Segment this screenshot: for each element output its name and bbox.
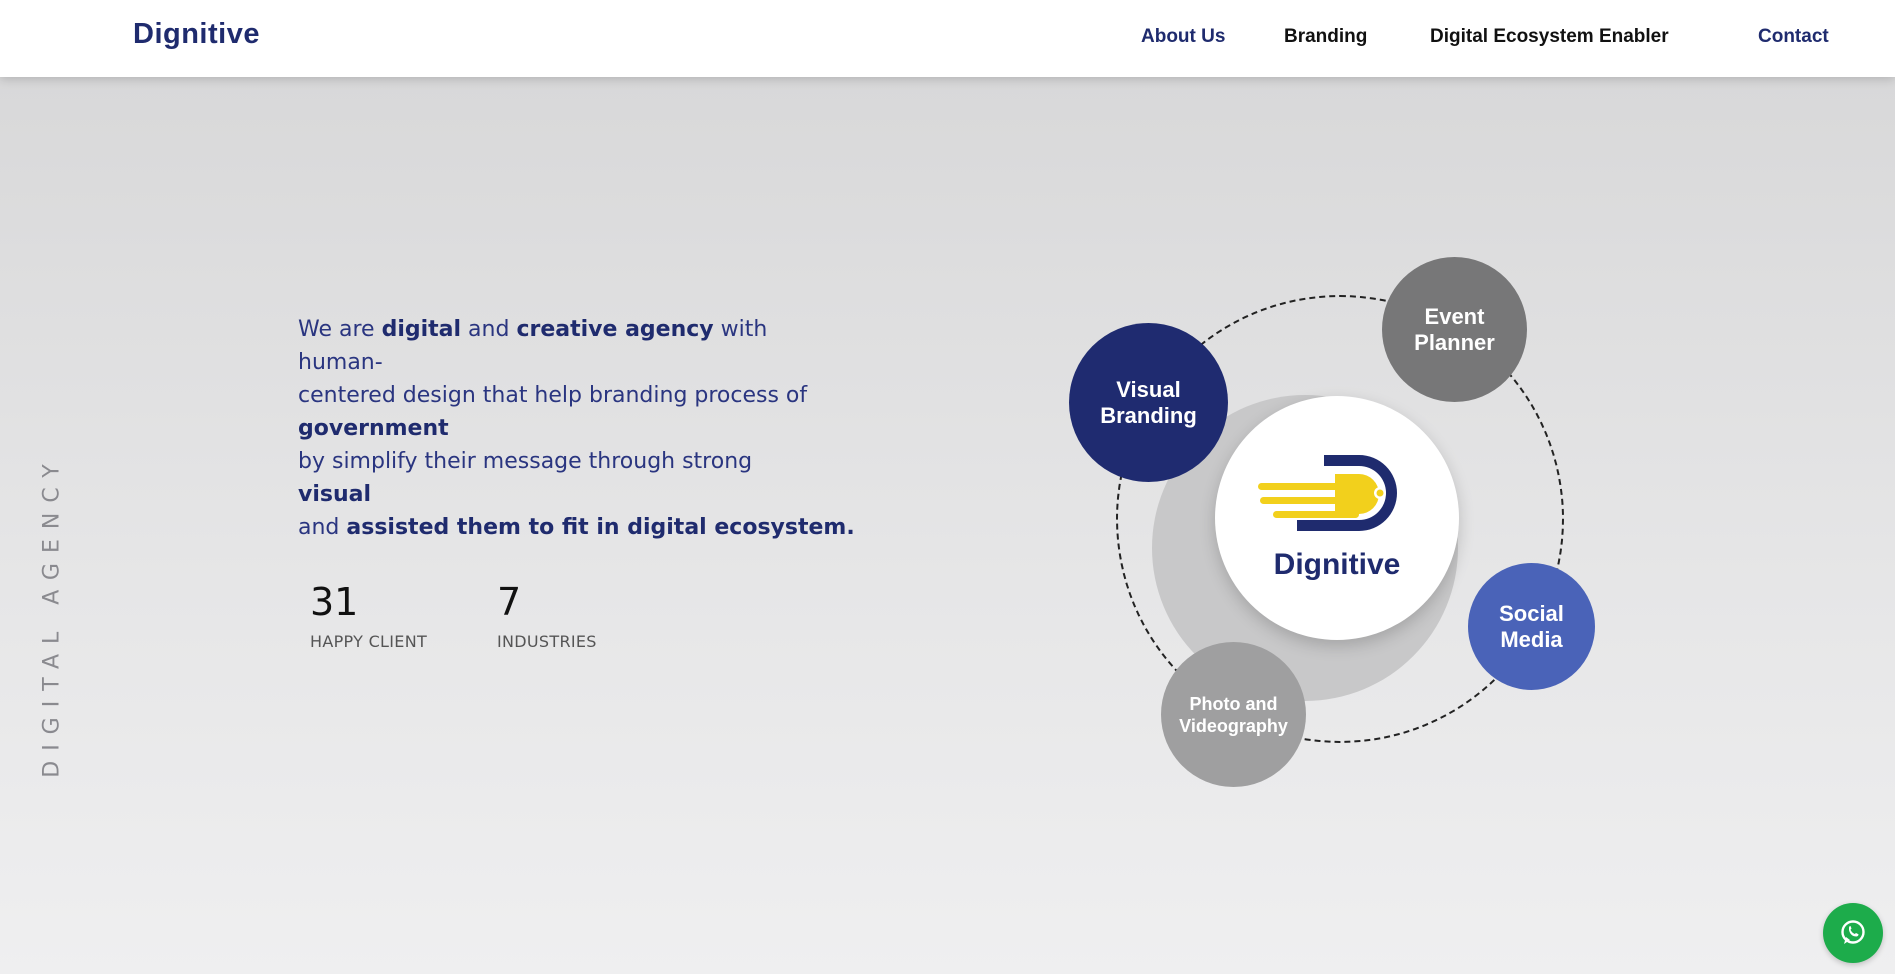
intro-line-5: visual	[298, 478, 858, 511]
intro-paragraph: We are digital and creative agency with …	[298, 313, 858, 544]
nav-about-us[interactable]: About Us	[1141, 26, 1225, 48]
service-label-line2: Branding	[1100, 402, 1197, 428]
service-label-line1: Photo and	[1189, 693, 1278, 714]
brand-logo-text[interactable]: Dignitive	[133, 18, 260, 51]
stat-industries: 7 INDUSTRIES	[497, 580, 597, 651]
stat-happy-client: 31 HAPPY CLIENT	[310, 580, 427, 651]
service-visual-branding[interactable]: Visual Branding	[1069, 323, 1228, 482]
intro-highlight: digital	[381, 317, 462, 342]
nav-contact[interactable]: Contact	[1758, 26, 1829, 48]
service-label-line1: Social	[1499, 600, 1564, 626]
navbar: Dignitive About Us Branding Digital Ecos…	[0, 0, 1895, 77]
dignitive-logo-icon	[1258, 455, 1397, 531]
stat-label: INDUSTRIES	[497, 632, 597, 651]
stat-value: 31	[310, 580, 359, 624]
intro-text: and	[298, 515, 347, 540]
intro-highlight: visual	[298, 482, 372, 507]
stat-value: 7	[497, 580, 522, 624]
intro-highlight: creative agency	[516, 317, 714, 342]
stat-label: HAPPY CLIENT	[310, 632, 428, 651]
intro-text: and	[461, 317, 517, 342]
nav-branding[interactable]: Branding	[1284, 26, 1367, 48]
intro-line-4: by simplify their message through strong	[298, 449, 753, 474]
service-label-line2: Planner	[1414, 329, 1495, 355]
service-photo-videography[interactable]: Photo and Videography	[1161, 642, 1306, 787]
service-event-planner[interactable]: Event Planner	[1382, 257, 1527, 402]
service-label-line2: Videography	[1179, 715, 1288, 736]
intro-highlight: government	[298, 416, 449, 441]
intro-line-6: and assisted them to fit in digital ecos…	[298, 511, 858, 544]
whatsapp-chat-button[interactable]	[1823, 903, 1883, 963]
intro-text: We are	[298, 317, 382, 342]
whatsapp-icon	[1841, 920, 1865, 944]
nav-digital-ecosystem-enabler[interactable]: Digital Ecosystem Enabler	[1430, 26, 1669, 48]
service-label-line1: Visual	[1116, 376, 1181, 402]
service-label-line1: Event	[1424, 303, 1485, 329]
service-label-line2: Media	[1500, 626, 1563, 652]
service-social-media[interactable]: Social Media	[1468, 563, 1595, 690]
side-label-digital-agency: DIGITAL AGENCY	[39, 454, 65, 778]
intro-line-1: We are digital and creative agency with …	[298, 313, 858, 379]
intro-highlight: assisted them to fit in digital ecosyste…	[346, 515, 855, 540]
intro-line-2: centered design that help branding proce…	[298, 383, 808, 408]
intro-line-3: government	[298, 412, 858, 445]
core-brand-name: Dignitive	[1273, 548, 1401, 581]
core-logo-circle: Dignitive	[1215, 396, 1459, 640]
